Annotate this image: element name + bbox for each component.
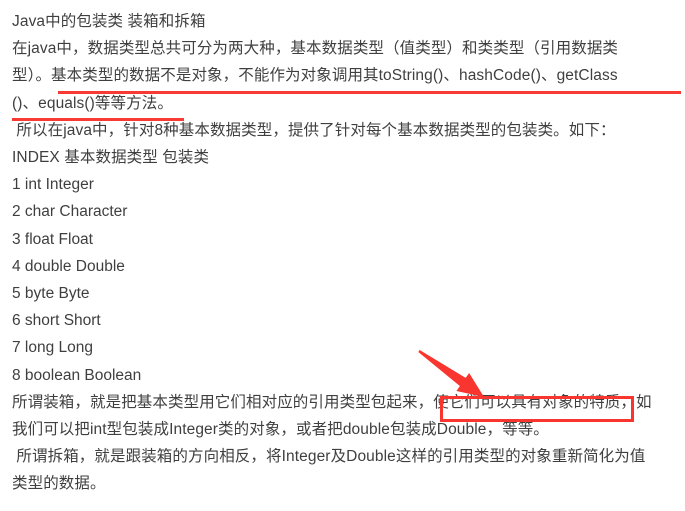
boxing-paragraph-line-1: 所谓装箱，就是把基本类型用它们相对应的引用类型包起来，使它们可以具有对象的特质，…	[12, 389, 683, 416]
table-row: 4 double Double	[12, 257, 125, 275]
so-in-java-paragraph: 所以在java中，针对8种基本数据类型，提供了针对每个基本数据类型的包装类。如下…	[12, 121, 616, 139]
unboxing-paragraph-line-2: 类型的数据。	[12, 475, 106, 493]
unboxing-paragraph-line-1: 所谓拆箱，就是跟装箱的方向相反，将Integer及Double这样的引用类型的对…	[12, 448, 646, 466]
table-row: 2 char Character	[12, 203, 128, 221]
intro-paragraph-line-1: 在java中，数据类型总共可分为两大种，基本数据类型（值类型）和类类型（引用数据…	[12, 40, 619, 58]
table-row: 1 int Integer	[12, 176, 94, 194]
document-body: Java中的包装类 装箱和拆箱 在java中，数据类型总共可分为两大种，基本数据…	[0, 0, 685, 511]
table-row: 7 long Long	[12, 339, 94, 357]
table-row: 8 boolean Boolean	[12, 366, 142, 384]
intro-paragraph-line-3: ()、equals()等等方法。	[12, 94, 173, 112]
table-row: 5 byte Byte	[12, 285, 90, 303]
boxing-text-after: ，如	[620, 393, 652, 411]
table-header-row: INDEX 基本数据类型 包装类	[12, 149, 210, 167]
table-row: 3 float Float	[12, 230, 93, 248]
intro-paragraph-line-2: 型）。基本类型的数据不是对象，不能作为对象调用其toString()、hashC…	[12, 67, 618, 85]
boxing-paragraph-line-2: 我们可以把int型包装成Integer类的对象，或者把double包装成Doub…	[12, 421, 549, 439]
page-title: Java中的包装类 装箱和拆箱	[12, 13, 206, 30]
table-row: 6 short Short	[12, 312, 101, 330]
boxing-text-before: 所谓装箱，就是把基本类型用它们相对应的引用类型包起来，	[12, 393, 434, 411]
boxing-highlighted-text: 使它们可以具有对象的特质	[433, 393, 621, 411]
